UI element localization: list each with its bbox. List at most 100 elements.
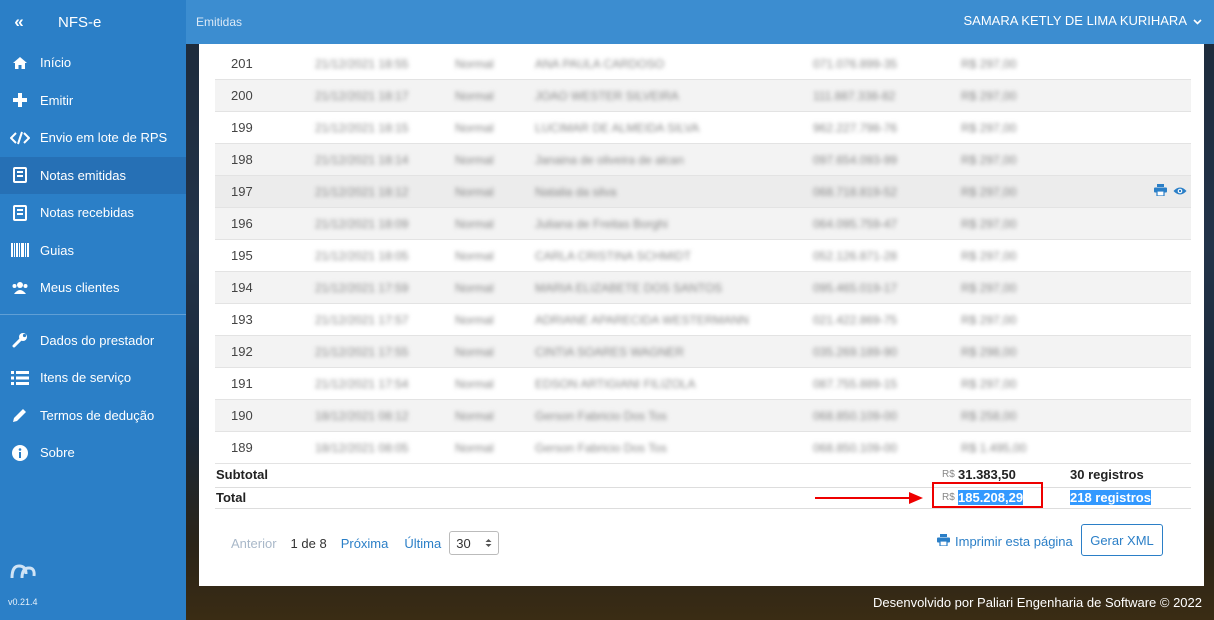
- print-page-link[interactable]: Imprimir esta página: [937, 534, 1073, 549]
- table-row[interactable]: 200 21/12/2021 18:17 Normal JOAO WESTER SIL…: [215, 79, 1191, 112]
- type-text: Normal: [455, 409, 494, 423]
- table-row[interactable]: 199 21/12/2021 18:15 Normal LUCIMAR DE ALME…: [215, 111, 1191, 144]
- subtotal-row: Subtotal R$ 31.383,50 30 registros: [215, 467, 1191, 488]
- generate-xml-button[interactable]: Gerar XML: [1081, 524, 1163, 556]
- type-text: Normal: [455, 441, 494, 455]
- cell-num: 192: [215, 335, 315, 368]
- sidebar-item-notas-emitidas[interactable]: Notas emitidas: [0, 156, 186, 194]
- doc-text: 068.850.109-00: [813, 441, 898, 455]
- table-row[interactable]: 189 18/12/2021 08:05 Normal Gerson Fabricio…: [215, 431, 1191, 464]
- doc-text: 071.076.899-35: [813, 57, 898, 71]
- doc-text: 087.755.889-15: [813, 377, 898, 391]
- sidebar-item-label: Dados do prestador: [40, 332, 155, 348]
- pagination-last[interactable]: Última: [404, 536, 441, 551]
- cell-num: 200: [215, 79, 315, 112]
- cell-doc: 068.718.819-52: [813, 175, 961, 208]
- document-out-icon: [10, 167, 30, 184]
- cell-name: ANA PAULA CARDOSO: [535, 48, 813, 80]
- type-text: Normal: [455, 57, 494, 71]
- cell-actions: [1035, 239, 1191, 272]
- type-text: Normal: [455, 249, 494, 263]
- sidebar-item-dados-prestador[interactable]: Dados do prestador: [0, 322, 186, 360]
- cell-doc: 052.126.871-28: [813, 239, 961, 272]
- cell-val: R$ 297,00: [961, 111, 1035, 144]
- val-text: R$ 297,00: [961, 217, 1017, 231]
- table-row[interactable]: 190 18/12/2021 08:12 Normal Gerson Fabricio…: [215, 399, 1191, 432]
- cell-type: Normal: [455, 367, 535, 400]
- table-row[interactable]: 191 21/12/2021 17:54 Normal EDSON ARTIGIANI…: [215, 367, 1191, 400]
- page-size-select[interactable]: 30: [449, 531, 500, 555]
- sidebar-item-itens-servico[interactable]: Itens de serviço: [0, 359, 186, 397]
- sidebar-item-meus-clientes[interactable]: Meus clientes: [0, 269, 186, 307]
- list-icon: [10, 370, 30, 385]
- name-text: MARIA ELIZABETE DOS SANTOS: [535, 281, 723, 295]
- collapse-sidebar-icon[interactable]: «: [0, 12, 38, 32]
- date-text: 21/12/2021 18:09: [315, 217, 409, 231]
- subtotal-count: 30 registros: [1070, 467, 1144, 482]
- cell-date: 21/12/2021 18:15: [315, 111, 455, 144]
- num-text: 189: [231, 440, 253, 455]
- table-row[interactable]: 195 21/12/2021 18:05 Normal CARLA CRISTINA …: [215, 239, 1191, 272]
- sidebar-item-guias[interactable]: Guias: [0, 232, 186, 270]
- sidebar-item-emitir[interactable]: Emitir: [0, 82, 186, 120]
- table-row[interactable]: 192 21/12/2021 17:55 Normal CINTIA SOARES W…: [215, 335, 1191, 368]
- type-text: Normal: [455, 121, 494, 135]
- doc-text: 111.887.338-82: [813, 89, 896, 103]
- cell-doc: 962.227.798-76: [813, 111, 961, 144]
- pagination-next[interactable]: Próxima: [341, 536, 389, 551]
- num-text: 197: [231, 184, 253, 199]
- print-icon[interactable]: [1154, 184, 1167, 199]
- pencil-icon: [10, 407, 30, 423]
- sidebar-item-label: Notas recebidas: [40, 205, 134, 221]
- type-text: Normal: [455, 217, 494, 231]
- name-text: CINTIA SOARES WAGNER: [535, 345, 684, 359]
- table-row[interactable]: 193 21/12/2021 17:57 Normal ADRIANE APARECI…: [215, 303, 1191, 336]
- name-text: Janaina de oliveira de alcan: [535, 153, 684, 167]
- doc-text: 021.422.869-75: [813, 313, 898, 327]
- name-text: LUCIMAR DE ALMEIDA SILVA: [535, 121, 700, 135]
- type-text: Normal: [455, 153, 494, 167]
- print-page-label: Imprimir esta página: [955, 534, 1073, 549]
- cell-actions: [1035, 48, 1191, 80]
- pagination-previous[interactable]: Anterior: [231, 536, 277, 551]
- doc-text: 097.654.093-99: [813, 153, 898, 167]
- sidebar-item-label: Início: [40, 55, 72, 71]
- cell-actions: [1035, 431, 1191, 464]
- table-row[interactable]: 198 21/12/2021 18:14 Normal Janaina de oliv…: [215, 143, 1191, 176]
- num-text: 199: [231, 120, 253, 135]
- subtotal-currency: R$: [942, 469, 955, 480]
- val-text: R$ 297,00: [961, 185, 1017, 199]
- cell-num: 197: [215, 175, 315, 208]
- cell-name: EDSON ARTIGIANI FILIZOLA: [535, 367, 813, 400]
- cell-date: 21/12/2021 18:09: [315, 207, 455, 240]
- cell-date: 21/12/2021 17:55: [315, 335, 455, 368]
- val-text: R$ 297,00: [961, 281, 1017, 295]
- cell-type: Normal: [455, 303, 535, 336]
- sidebar-item-termos-deducao[interactable]: Termos de dedução: [0, 397, 186, 435]
- sidebar-item-envio-lote[interactable]: Envio em lote de RPS: [0, 119, 186, 157]
- user-menu[interactable]: SAMARA KETLY DE LIMA KURIHARA: [964, 13, 1202, 28]
- table-row[interactable]: 201 21/12/2021 18:55 Normal ANA PAULA CARDO…: [215, 48, 1191, 80]
- cell-name: Natalia da silva: [535, 175, 813, 208]
- cell-doc: 035.269.189-90: [813, 335, 961, 368]
- notes-table: 201 21/12/2021 18:55 Normal ANA PAULA CARDO…: [215, 48, 1191, 464]
- name-text: Natalia da silva: [535, 185, 617, 199]
- cell-num: 191: [215, 367, 315, 400]
- cell-type: Normal: [455, 335, 535, 368]
- table-row[interactable]: 194 21/12/2021 17:59 Normal MARIA ELIZABETE…: [215, 271, 1191, 304]
- type-text: Normal: [455, 345, 494, 359]
- sidebar-item-notas-recebidas[interactable]: Notas recebidas: [0, 194, 186, 232]
- val-text: R$ 297,00: [961, 313, 1017, 327]
- cell-name: MARIA ELIZABETE DOS SANTOS: [535, 271, 813, 304]
- sidebar-item-inicio[interactable]: Início: [0, 44, 186, 82]
- total-count: 218 registros: [1070, 490, 1151, 505]
- name-text: JOAO WESTER SILVEIRA: [535, 89, 679, 103]
- table-row[interactable]: 197 21/12/2021 18:12 Normal Natalia da silv…: [215, 175, 1191, 208]
- table-row[interactable]: 196 21/12/2021 18:09 Normal Juliana de Frei…: [215, 207, 1191, 240]
- sidebar-item-label: Notas emitidas: [40, 167, 126, 183]
- cell-actions: [1035, 367, 1191, 400]
- sidebar-item-sobre[interactable]: Sobre: [0, 434, 186, 472]
- view-eye-icon[interactable]: [1173, 184, 1187, 199]
- cell-type: Normal: [455, 271, 535, 304]
- date-text: 21/12/2021 17:54: [315, 377, 409, 391]
